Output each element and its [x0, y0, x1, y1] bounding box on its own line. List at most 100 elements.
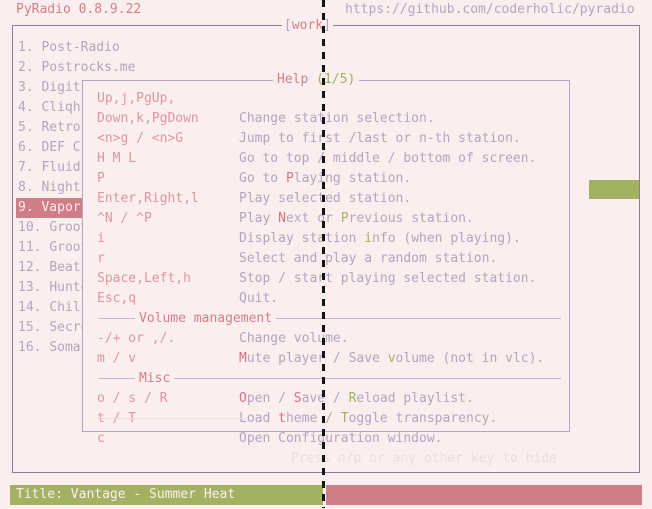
help-desc: Display station info (when playing).: [239, 229, 521, 249]
station-row[interactable]: 2. Postrocks.me: [16, 58, 135, 78]
help-desc: Change station selection.: [239, 111, 435, 126]
station-name: Night: [41, 180, 81, 195]
help-key: Esc,q: [97, 291, 137, 306]
help-row: Down,k,PgDown Change station selection.: [95, 109, 565, 129]
help-desc: Stop / start playing selected station.: [239, 271, 537, 286]
station-index: 10.: [18, 220, 42, 235]
station-name: Digit: [41, 80, 81, 95]
help-desc-hotkey: P: [285, 171, 294, 186]
help-key: -/+ or ,/.: [97, 331, 176, 346]
help-key: c: [97, 431, 105, 446]
help-row: c Open Configuration window.: [95, 429, 565, 449]
help-row: Enter,Right,l Play selected station.: [95, 189, 565, 209]
help-row: r Select and play a random station.: [95, 249, 565, 269]
playlist-title: [work]: [282, 18, 333, 34]
station-index: 13.: [18, 280, 42, 295]
station-index: 9.: [18, 200, 34, 215]
help-dialog: Help (1/5) Up,j,PgUp, Down,k,PgDown Chan…: [82, 71, 570, 466]
station-row[interactable]: 1. Post-Radio: [16, 38, 120, 58]
help-desc-pre: Display station: [239, 231, 365, 246]
help-desc-hotkey: i: [364, 231, 373, 246]
help-desc: Change volume.: [239, 331, 349, 346]
station-index: 7.: [18, 160, 34, 175]
help-desc-hotkey-2: v: [387, 351, 396, 366]
station-name: Beat: [49, 260, 81, 275]
footer-divider: [97, 418, 247, 419]
app-header: PyRadio 0.8.9.22 https://github.com/code…: [0, 0, 652, 20]
help-row: Up,j,PgUp,: [95, 89, 565, 109]
station-index: 6.: [18, 140, 34, 155]
now-playing-title: Title: Vantage - Summer Heat: [10, 485, 323, 505]
help-title-label: Help: [277, 72, 309, 87]
help-footer: Press n/p or any other key to hide: [95, 409, 561, 466]
station-index: 14.: [18, 300, 42, 315]
help-desc-hotkey: N: [278, 211, 286, 226]
station-index: 3.: [18, 80, 34, 95]
help-key: o / s / R: [97, 391, 168, 406]
help-row: H M L Go to top / middle / bottom of scr…: [95, 149, 565, 169]
help-desc-mid: pen /: [246, 391, 294, 406]
station-index: 16.: [18, 340, 42, 355]
section-label: Misc: [135, 369, 175, 389]
station-index: 5.: [18, 120, 34, 135]
help-desc-hotkey-2: S: [293, 391, 302, 406]
playlist-name: work: [291, 18, 324, 33]
help-row: P Go to Playing station.: [95, 169, 565, 189]
help-desc-pre: Go to: [239, 171, 286, 186]
station-index: 2.: [18, 60, 34, 75]
help-desc-mid2: ave /: [301, 391, 349, 406]
help-desc-mid: ext or: [285, 211, 341, 226]
app-url: https://github.com/coderholic/pyradio: [345, 2, 635, 17]
help-key: H M L: [97, 151, 137, 166]
help-desc: Go to top / middle / bottom of screen.: [239, 151, 537, 166]
station-name: Fluid: [41, 160, 81, 175]
help-desc: Mute player / Save volume (not in vlc).: [239, 349, 544, 369]
help-row: -/+ or ,/. Change volume.: [95, 329, 565, 349]
help-row: i Display station info (when playing).: [95, 229, 565, 249]
help-section-volume: Volume management: [95, 309, 565, 329]
station-index: 12.: [18, 260, 42, 275]
help-key: m / v: [97, 351, 137, 366]
help-desc-hotkey: O: [239, 391, 247, 406]
section-label: Volume management: [135, 309, 277, 329]
app-title: PyRadio 0.8.9.22: [16, 2, 142, 17]
help-desc-pre: Play: [239, 211, 279, 226]
help-body: Up,j,PgUp, Down,k,PgDown Change station …: [95, 89, 565, 449]
station-index: 1.: [18, 40, 34, 55]
help-key: <n>g / <n>G: [97, 131, 184, 146]
station-index: 15.: [18, 320, 42, 335]
bracket-open: [: [284, 18, 292, 33]
station-index: 8.: [18, 180, 34, 195]
help-desc: Quit.: [239, 291, 279, 306]
help-desc: Go to Playing station.: [239, 169, 411, 189]
help-footer-text: Press n/p or any other key to hide: [290, 451, 557, 466]
scrollbar-thumb[interactable]: [589, 180, 639, 199]
status-progress-area: [326, 485, 642, 505]
help-desc-tail: olume (not in vlc).: [395, 351, 545, 366]
help-key: Down,k,PgDown: [97, 111, 199, 126]
help-row: ^N / ^P Play Next or Previous station.: [95, 209, 565, 229]
station-index: 4.: [18, 100, 34, 115]
help-row: o / s / R Open / Save / Reload playlist.: [95, 389, 565, 409]
help-row: Space,Left,h Stop / start playing select…: [95, 269, 565, 289]
help-section-misc: Misc: [95, 369, 565, 389]
station-name: Cliqh: [41, 100, 81, 115]
help-desc: Open Configuration window.: [239, 431, 443, 446]
help-key: Space,Left,h: [97, 271, 191, 286]
help-key: Enter,Right,l: [97, 191, 199, 206]
help-desc-post: nfo (when playing).: [372, 231, 521, 246]
help-desc: Play selected station.: [239, 191, 412, 206]
station-name: DEF C: [41, 140, 81, 155]
station-name: Postrocks.me: [41, 60, 136, 75]
station-index: 11.: [18, 240, 42, 255]
help-desc-hotkey: M: [239, 351, 247, 366]
help-key: ^N / ^P: [97, 211, 152, 226]
help-desc: Jump to first /last or n-th station.: [239, 131, 521, 146]
help-row: Esc,q Quit.: [95, 289, 565, 309]
help-key: r: [97, 251, 105, 266]
help-desc-mid: ute player / Save: [246, 351, 388, 366]
help-row: <n>g / <n>G Jump to first /last or n-th …: [95, 129, 565, 149]
station-name: Retro: [41, 120, 81, 135]
station-name: Post-Radio: [41, 40, 120, 55]
vertical-split-guide: [322, 0, 325, 508]
